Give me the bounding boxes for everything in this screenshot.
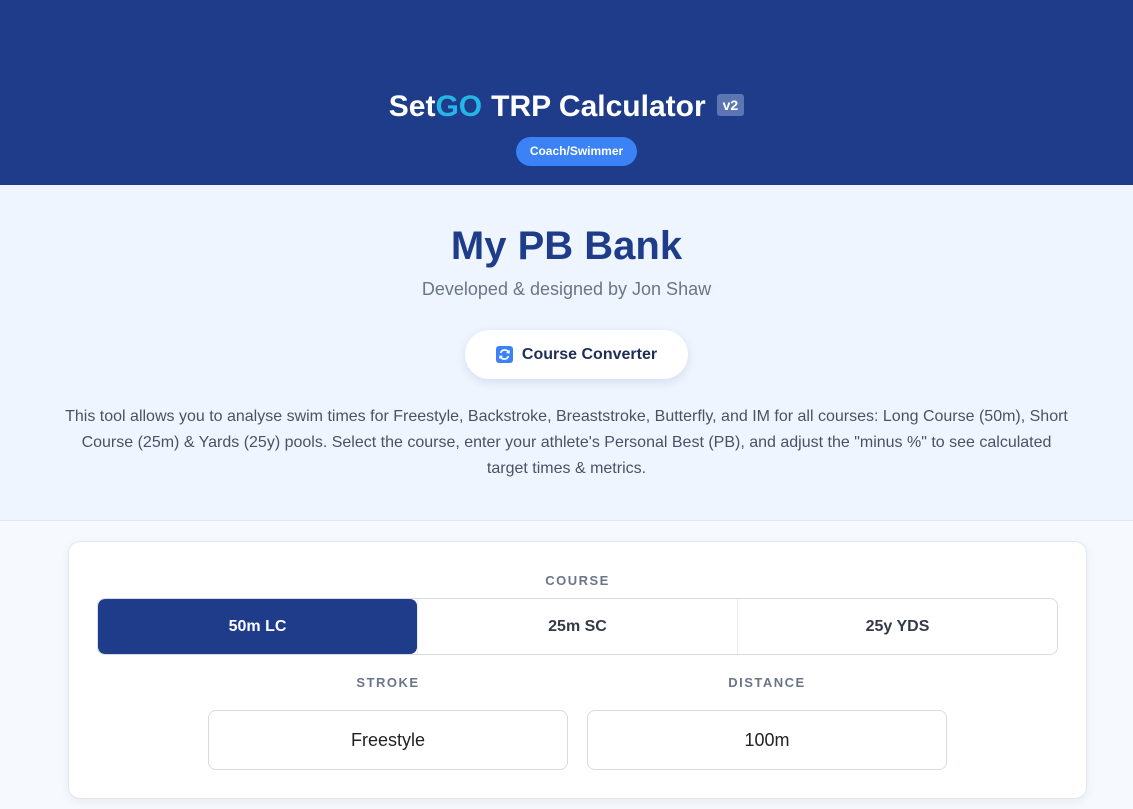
brand-go: GO [435, 90, 483, 123]
stroke-label: STROKE [356, 675, 420, 690]
course-selector: 50m LC 25m SC 25y YDS [97, 598, 1058, 655]
calculator-card: COURSE 50m LC 25m SC 25y YDS STROKE DIST… [68, 541, 1087, 799]
distance-select[interactable]: 100m [587, 710, 947, 770]
distance-label: DISTANCE [728, 675, 806, 690]
role-badge: Coach/Swimmer [516, 137, 637, 166]
page-title: My PB Bank [450, 224, 683, 268]
refresh-icon [495, 346, 513, 363]
course-label: COURSE [545, 573, 610, 588]
course-option-50m-lc[interactable]: 50m LC [98, 599, 417, 654]
tool-description: This tool allows you to analyse swim tim… [65, 408, 1068, 477]
course-option-25y-yds[interactable]: 25y YDS [737, 599, 1057, 654]
brand-set: Set [388, 90, 436, 123]
hero-section: My PB Bank Developed & designed by Jon S… [0, 185, 1133, 521]
brand-rest: TRP Calculator [491, 90, 706, 123]
stroke-select[interactable]: Freestyle [208, 710, 568, 770]
course-converter-label: Course Converter [521, 345, 658, 363]
page-subtitle: Developed & designed by Jon Shaw [421, 279, 712, 299]
app-title: SetGO TRP Calculator v2 [0, 88, 1133, 126]
course-converter-button[interactable]: Course Converter [465, 330, 688, 379]
course-option-25m-sc[interactable]: 25m SC [417, 599, 737, 654]
version-badge: v2 [716, 94, 745, 116]
app-header: SetGO TRP Calculator v2 Coach/Swimmer [0, 0, 1133, 185]
